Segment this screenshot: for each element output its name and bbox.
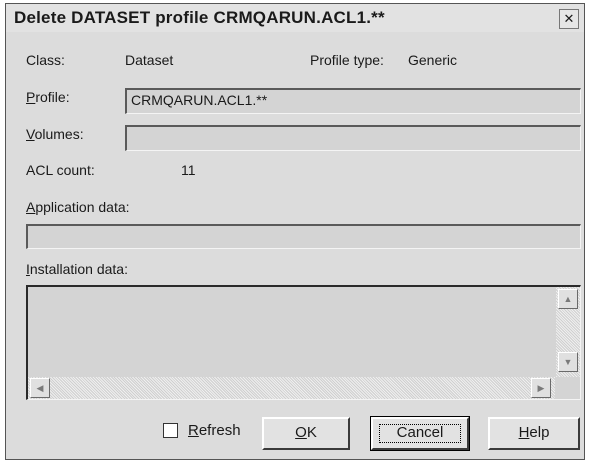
scroll-up-icon: ▲ bbox=[563, 294, 573, 304]
scroll-up-button[interactable]: ▲ bbox=[558, 289, 578, 309]
scroll-left-icon: ◀ bbox=[36, 383, 44, 393]
volumes-label: Volumes: bbox=[26, 126, 84, 142]
help-button-label: Help bbox=[518, 424, 550, 441]
application-data-label: Application data: bbox=[26, 199, 130, 215]
scrollbar-corner bbox=[556, 377, 580, 399]
installation-data-textarea[interactable]: ▲ ▼ ◀ ▶ bbox=[26, 285, 581, 400]
profile-field[interactable]: CRMQARUN.ACL1.** bbox=[125, 88, 581, 114]
scroll-down-button[interactable]: ▼ bbox=[558, 352, 578, 372]
cancel-button[interactable]: Cancel bbox=[370, 416, 470, 451]
scroll-down-icon: ▼ bbox=[563, 357, 573, 367]
scroll-right-icon: ▶ bbox=[537, 383, 545, 393]
class-value: Dataset bbox=[125, 52, 174, 68]
focus-indicator bbox=[379, 424, 461, 443]
refresh-label[interactable]: Refresh bbox=[188, 422, 241, 439]
title-bar: Delete DATASET profile CRMQARUN.ACL1.** … bbox=[6, 4, 584, 32]
ok-button-label: OK bbox=[295, 424, 317, 441]
scroll-right-button[interactable]: ▶ bbox=[531, 378, 551, 398]
help-button[interactable]: Help bbox=[488, 417, 580, 450]
profile-type-value: Generic bbox=[408, 52, 458, 68]
volumes-field[interactable] bbox=[125, 125, 581, 151]
delete-profile-dialog: Delete DATASET profile CRMQARUN.ACL1.** … bbox=[5, 3, 585, 460]
profile-type-label: Profile type: bbox=[310, 52, 384, 68]
close-icon: ✕ bbox=[563, 11, 575, 26]
installation-data-label: Installation data: bbox=[26, 261, 128, 277]
close-button[interactable]: ✕ bbox=[559, 9, 579, 29]
scroll-left-button[interactable]: ◀ bbox=[30, 378, 50, 398]
dialog-title: Delete DATASET profile CRMQARUN.ACL1.** bbox=[14, 8, 385, 27]
profile-value: CRMQARUN.ACL1.** bbox=[131, 92, 268, 108]
application-data-field[interactable] bbox=[26, 224, 581, 249]
acl-count-label: ACL count: bbox=[26, 162, 95, 178]
refresh-checkbox[interactable] bbox=[163, 423, 178, 438]
ok-button[interactable]: OK bbox=[262, 417, 350, 450]
class-label: Class: bbox=[26, 52, 65, 68]
vertical-scrollbar[interactable]: ▲ ▼ bbox=[556, 287, 580, 378]
acl-count-value: 11 bbox=[181, 162, 196, 178]
horizontal-scrollbar[interactable]: ◀ ▶ bbox=[28, 377, 555, 399]
profile-label: Profile: bbox=[26, 89, 70, 105]
